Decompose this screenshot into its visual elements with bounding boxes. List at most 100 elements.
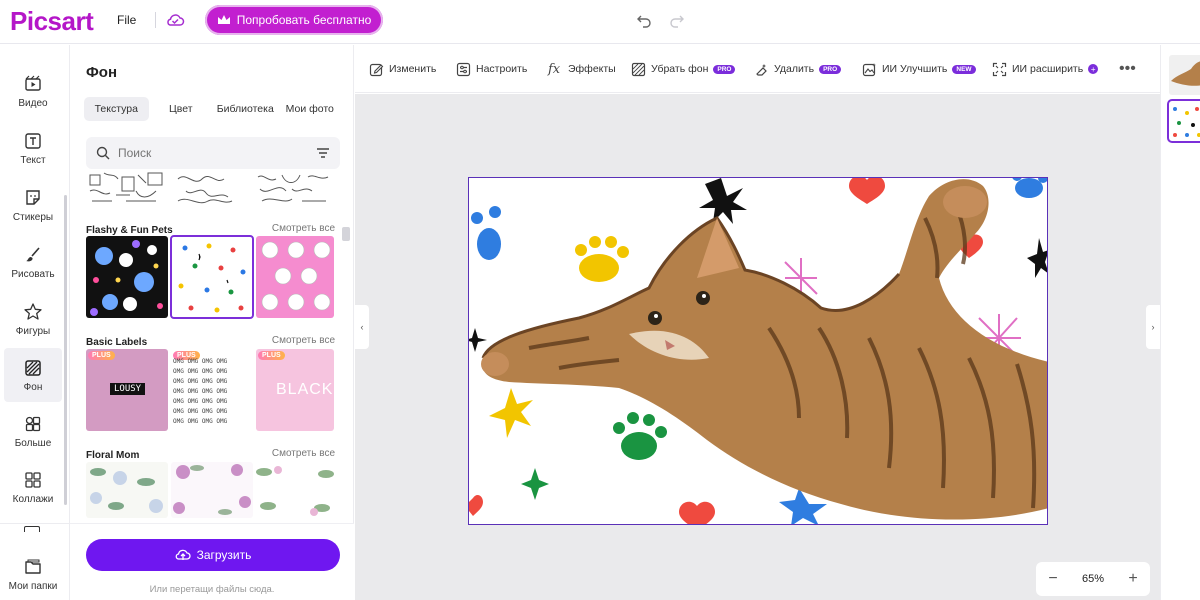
- eraser-icon: [756, 63, 767, 76]
- pattern-thumbnail[interactable]: [86, 236, 168, 318]
- divider: [0, 523, 69, 524]
- sticker-icon: [26, 189, 40, 205]
- upload-area: Загрузить Или перетащи файлы сюда.: [70, 523, 354, 600]
- rail-item-video[interactable]: Видео: [4, 65, 62, 117]
- redo-icon[interactable]: [668, 11, 686, 29]
- sketch-pattern-thumbnails[interactable]: [86, 171, 334, 207]
- layer-thumbnail-background[interactable]: [1167, 99, 1200, 143]
- tab-my-photos[interactable]: Мои фото: [278, 97, 343, 121]
- crown-icon: [217, 15, 230, 24]
- search-box[interactable]: [86, 137, 340, 169]
- canvas-artwork: [469, 178, 1047, 524]
- picsart-logo[interactable]: Picsart: [10, 6, 94, 37]
- tool-effects[interactable]: fx Эффекты: [548, 61, 616, 77]
- rail-scrollbar[interactable]: [64, 195, 67, 505]
- tab-color[interactable]: Цвет: [149, 97, 214, 121]
- floral-pattern: [171, 462, 253, 518]
- rail-item-background[interactable]: Фон: [4, 348, 62, 402]
- tab-texture[interactable]: Текстура: [84, 97, 149, 121]
- search-input[interactable]: [118, 146, 298, 160]
- top-bar: Picsart File Попробовать бесплатно: [0, 0, 1200, 44]
- tool-label: Эффекты: [568, 63, 616, 75]
- rail-label: Больше: [14, 437, 52, 449]
- tool-erase[interactable]: Удалить PRO: [754, 61, 842, 77]
- svg-text:OMG OMG OMG OMG: OMG OMG OMG OMG: [173, 388, 228, 395]
- svg-text:OMG OMG OMG OMG: OMG OMG OMG OMG: [173, 358, 228, 365]
- tool-remove-bg[interactable]: Убрать фон PRO: [631, 61, 736, 77]
- upload-label: Загрузить: [196, 548, 252, 562]
- rail-label: Коллажи: [12, 493, 54, 505]
- rail-item-collages[interactable]: Коллажи: [4, 461, 62, 513]
- rail-item-my-folders[interactable]: Мои папки: [4, 548, 62, 600]
- background-layer-preview: [1169, 101, 1200, 141]
- plus-badge: PLUS: [258, 351, 285, 360]
- cat-layer-preview: [1169, 55, 1200, 95]
- enhance-icon: [862, 62, 876, 76]
- rail-item-stickers[interactable]: Стикеры: [4, 179, 62, 231]
- tab-library[interactable]: Библиотека: [213, 97, 278, 121]
- partial-rail-icon: [24, 526, 40, 532]
- remove-bg-icon: [631, 62, 646, 76]
- rail-item-shapes[interactable]: Фигуры: [4, 293, 62, 345]
- pro-badge: PRO: [819, 64, 842, 74]
- colorful-paws-pattern: [171, 236, 253, 318]
- tool-ai-enhance[interactable]: ИИ Улучшить NEW: [862, 61, 976, 77]
- try-free-button[interactable]: Попробовать бесплатно: [205, 5, 383, 35]
- label-text: BLACK: [276, 381, 334, 398]
- floral-thumbnail[interactable]: [171, 462, 253, 518]
- pattern-thumbnail-selected[interactable]: [170, 235, 254, 319]
- text-icon: [25, 132, 41, 149]
- cloud-save-icon[interactable]: [165, 10, 185, 30]
- filter-icon[interactable]: [316, 146, 330, 160]
- zoom-in-button[interactable]: +: [1126, 570, 1140, 588]
- see-all-link[interactable]: Смотреть все: [272, 448, 335, 459]
- zoom-level[interactable]: 65%: [1082, 573, 1104, 585]
- label-thumbnail[interactable]: PLUS LOUSY: [86, 349, 168, 431]
- brush-icon: [26, 246, 40, 261]
- label-text: LOUSY: [110, 383, 146, 395]
- collage-icon: [25, 471, 41, 488]
- rail-item-draw[interactable]: Рисовать: [4, 236, 62, 288]
- zoom-out-button[interactable]: −: [1046, 570, 1060, 588]
- divider: [155, 12, 156, 28]
- see-all-link[interactable]: Смотреть все: [272, 223, 335, 234]
- file-menu-button[interactable]: File: [117, 13, 136, 27]
- video-icon: [25, 75, 41, 91]
- dark-pets-pattern: [86, 236, 168, 318]
- tool-edit[interactable]: Изменить: [369, 61, 436, 77]
- folder-icon: [25, 559, 41, 574]
- rail-label: Стикеры: [12, 211, 54, 223]
- fx-icon: fx: [548, 61, 561, 77]
- plus-badge: PLUS: [88, 351, 115, 360]
- label-thumbnail[interactable]: PLUS BLACK: [256, 349, 334, 431]
- pattern-thumbnail[interactable]: [256, 236, 334, 318]
- upload-button[interactable]: Загрузить: [86, 539, 340, 571]
- design-canvas[interactable]: [468, 177, 1048, 525]
- tool-ai-expand[interactable]: ИИ расширить +: [992, 61, 1099, 77]
- see-all-link[interactable]: Смотреть все: [272, 335, 335, 346]
- try-free-label: Попробовать бесплатно: [236, 13, 372, 27]
- undo-icon[interactable]: [635, 11, 653, 29]
- section-title-labels: Basic Labels: [86, 337, 148, 348]
- drop-hint: Или перетащи файлы сюда.: [149, 584, 275, 595]
- panel-scrollbar[interactable]: [342, 227, 350, 241]
- background-icon: [25, 359, 41, 376]
- more-options-icon[interactable]: •••: [1119, 61, 1136, 77]
- tool-label: ИИ Улучшить: [882, 63, 948, 75]
- collapse-panel-button[interactable]: ‹: [355, 305, 369, 349]
- panel-title: Фон: [86, 64, 118, 81]
- floral-thumbnail[interactable]: [256, 462, 334, 518]
- svg-text:OMG OMG OMG OMG: OMG OMG OMG OMG: [173, 408, 228, 415]
- floral-thumbnail[interactable]: [86, 462, 168, 518]
- rail-label: Рисовать: [11, 268, 55, 280]
- label-thumbnail[interactable]: PLUS OMG OMG OMG OMG OMG OMG OMG OMG OMG …: [171, 349, 253, 431]
- adjust-icon: [456, 62, 471, 76]
- rail-item-more[interactable]: Больше: [4, 405, 62, 457]
- tool-adjust[interactable]: Настроить: [456, 61, 527, 77]
- layer-thumbnail-cat[interactable]: [1169, 55, 1200, 95]
- expand-layers-button[interactable]: ›: [1146, 305, 1160, 349]
- rail-label: Фон: [23, 381, 43, 393]
- rail-item-text[interactable]: Текст: [4, 122, 62, 174]
- svg-text:OMG OMG OMG OMG: OMG OMG OMG OMG: [173, 378, 228, 385]
- section-title-floral: Floral Mom: [86, 450, 140, 461]
